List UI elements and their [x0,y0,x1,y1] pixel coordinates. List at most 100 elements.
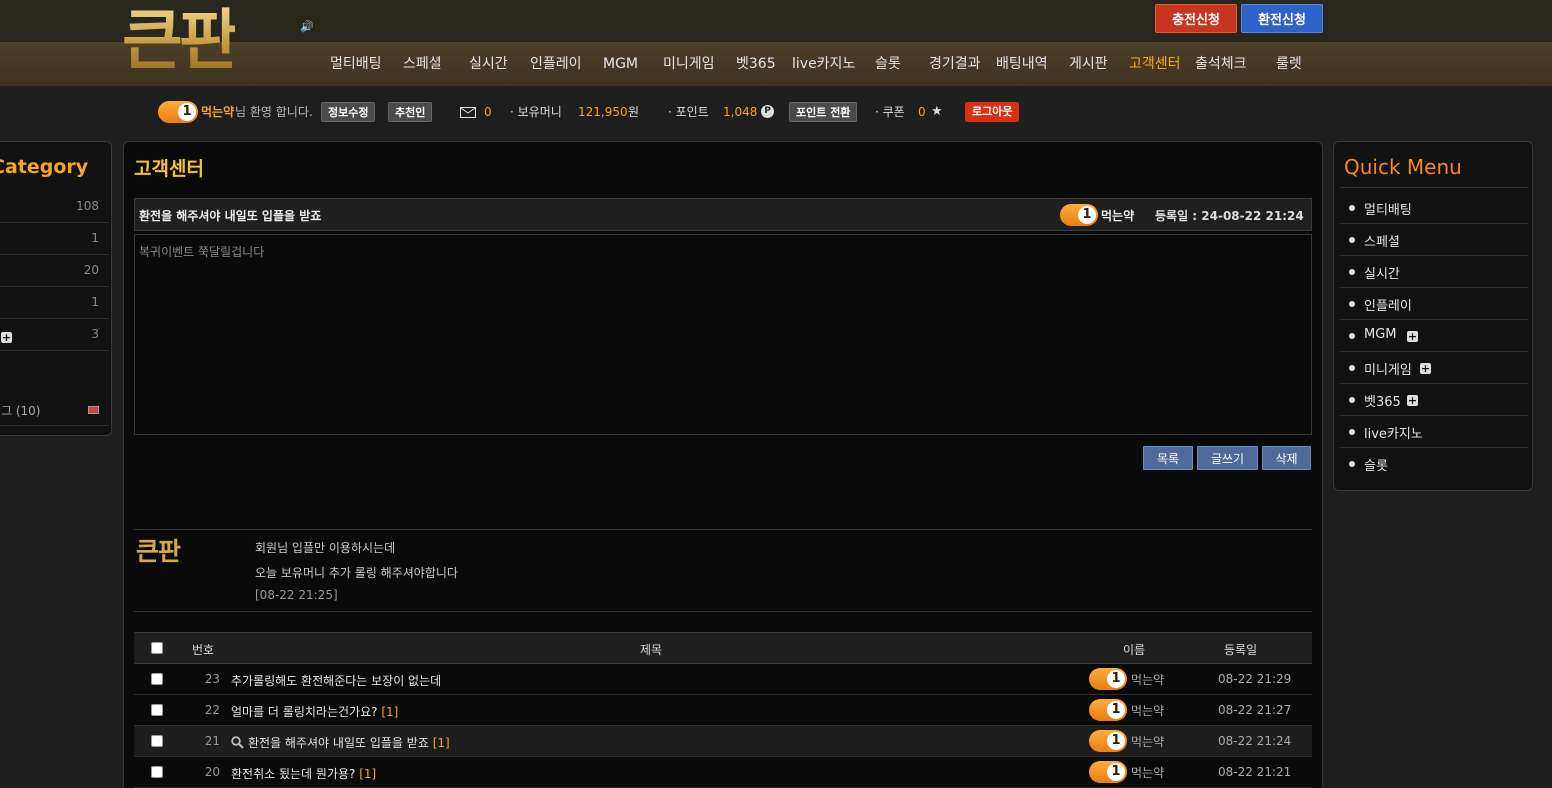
point-icon: P [761,105,774,118]
nav-item-support[interactable]: 고객센터 [1129,42,1181,86]
category-row[interactable]: 20 [0,255,109,287]
money-unit: 원 [628,105,640,119]
referral-button[interactable]: 추천인 [388,102,433,122]
row-subject[interactable]: 추가롤링해도 환전해준다는 보장이 없는데 [231,672,441,689]
post-header: 환전을 해주셔야 내일또 입플을 받죠 1 먹는약 등록일 : 24-08-22… [134,198,1312,231]
category-label: 그 (10) [1,404,41,418]
category-row[interactable]: 1 [0,287,109,319]
nav-item-board[interactable]: 게시판 [1069,42,1108,86]
row-name[interactable]: 먹는약 [1131,702,1164,719]
level-badge: 1 [1089,730,1127,752]
expand-icon[interactable]: + [1407,395,1418,406]
row-checkbox[interactable] [151,673,163,685]
category-row[interactable]: 1 [0,223,109,255]
edit-info-button[interactable]: 정보수정 [321,102,376,122]
nav-item-live-casino[interactable]: live카지노 [792,42,855,86]
mail-count[interactable]: 0 [484,98,492,126]
logout-button[interactable]: 로그아웃 [965,102,1020,122]
header-num: 번호 [192,643,215,657]
row-subject[interactable]: 얼마를 더 롤링치라는건가요? [1] [231,703,398,720]
row-name[interactable]: 먹는약 [1131,764,1164,781]
nav-item-special[interactable]: 스페셜 [403,42,442,86]
row-num: 20 [204,765,220,779]
nav-item-inplay[interactable]: 인플레이 [530,42,582,86]
nav-item-slot[interactable]: 슬롯 [875,42,901,86]
quick-menu-item-inplay[interactable]: 인플레이 [1340,288,1528,320]
header-date: 등록일 [1224,643,1258,657]
level-badge: 1 [1089,668,1127,690]
nav-item-attendance[interactable]: 출석체크 [1195,42,1247,86]
reply-date: [08-22 21:25] [255,588,338,602]
category-row[interactable]: 그 (10) [0,394,109,426]
post-subject: 환전을 해주셔야 내일또 입플을 받죠 [139,209,322,223]
row-num: 22 [204,703,220,717]
quick-menu-item-live-casino[interactable]: live카지노 [1340,416,1528,448]
quick-menu-item-minigame[interactable]: 미니게임 + [1340,352,1528,384]
charge-request-button[interactable]: 충전신청 [1155,4,1237,33]
category-count: 108 [76,199,99,213]
coupon-label: · 쿠폰 [875,105,905,119]
nav-item-results[interactable]: 경기결과 [929,42,981,86]
nav-item-minigame[interactable]: 미니게임 [663,42,715,86]
expand-icon[interactable]: + [1407,331,1418,342]
level-badge: 1 [1089,699,1127,721]
nav-item-roulette[interactable]: 룰렛 [1276,42,1302,86]
point-label: · 포인트 [668,105,709,119]
reply-text: 회원님 입플만 이용하시는데 [255,541,396,555]
row-date: 08-22 21:27 [1218,703,1292,717]
money-value: 121,950 [578,105,628,119]
post-author: 먹는약 [1101,209,1135,223]
level-badge: 1 [158,101,198,123]
coupon-value: 0 [918,105,926,119]
nav-item-multibet[interactable]: 멀티배팅 [330,42,382,86]
username: 먹는약 [201,105,235,119]
reply-comment: 큰판 회원님 입플만 이용하시는데 오늘 보유머니 추가 롤링 해주셔야합니다 … [134,529,1312,612]
nav-item-mgm[interactable]: MGM [603,42,638,86]
money-label: · 보유머니 [510,105,562,119]
flag-icon [88,406,99,414]
table-row[interactable]: 23 추가롤링해도 환전해준다는 보장이 없는데 1 먹는약 08-22 21:… [134,664,1312,695]
quick-menu-item-special[interactable]: 스페셜 [1340,224,1528,256]
row-checkbox[interactable] [151,766,163,778]
site-logo[interactable]: 큰판 [122,0,239,80]
row-subject[interactable]: 환전취소 됬는데 뭔가용? [1] [231,765,376,782]
point-value: 1,048 [723,105,758,119]
row-checkbox[interactable] [151,735,163,747]
post-date: 등록일 : 24-08-22 21:24 [1155,209,1304,223]
nav-item-bet365[interactable]: 벳365 [736,42,776,86]
table-row[interactable]: 22 얼마를 더 롤링치라는건가요? [1] 1 먹는약 08-22 21:27 [134,695,1312,726]
table-row-current[interactable]: 21 환전을 해주셔야 내일또 입플을 받죠 [1] 1 먹는약 08-22 2… [134,726,1312,757]
delete-button[interactable]: 삭제 [1262,446,1311,470]
row-subject[interactable]: 환전을 해주셔야 내일또 입플을 받죠 [1] [231,734,450,751]
quick-menu-item-live[interactable]: 실시간 [1340,256,1528,288]
quick-menu-item-slot[interactable]: 슬롯 [1340,448,1528,480]
exchange-request-button[interactable]: 환전신청 [1241,4,1323,33]
nav-item-bet-history[interactable]: 배팅내역 [996,42,1048,86]
category-row[interactable]: 108 [0,191,109,223]
expand-icon[interactable]: + [1420,363,1431,374]
row-checkbox[interactable] [151,704,163,716]
category-count: 1 [91,231,99,245]
table-row[interactable]: 20 환전취소 됬는데 뭔가용? [1] 1 먹는약 08-22 21:21 [134,757,1312,788]
category-count: 20 [83,263,99,277]
list-header: 번호 제목 이름 등록일 [134,632,1312,664]
list-button[interactable]: 목록 [1143,446,1193,470]
welcome-text: 님 환영 합니다. [235,105,313,119]
select-all-checkbox[interactable] [151,642,163,654]
expand-icon[interactable]: + [1,332,12,343]
quick-menu-item-multibet[interactable]: 멀티배팅 [1340,192,1528,224]
category-row[interactable]: + 3 [0,319,109,351]
quick-menu-item-bet365[interactable]: 벳365 + [1340,384,1528,416]
row-num: 21 [204,734,220,748]
nav-item-live[interactable]: 실시간 [469,42,508,86]
row-name[interactable]: 먹는약 [1131,671,1164,688]
speaker-icon[interactable]: 🔊 [300,20,314,33]
write-button[interactable]: 글쓰기 [1197,446,1258,470]
row-name[interactable]: 먹는약 [1131,733,1164,750]
quick-menu-title: Quick Menu [1344,155,1462,179]
point-convert-button[interactable]: 포인트 전환 [789,102,858,122]
row-date: 08-22 21:29 [1218,672,1292,686]
mail-icon[interactable] [460,98,476,126]
row-num: 23 [204,672,220,686]
quick-menu-item-mgm[interactable]: MGM + [1340,320,1528,352]
